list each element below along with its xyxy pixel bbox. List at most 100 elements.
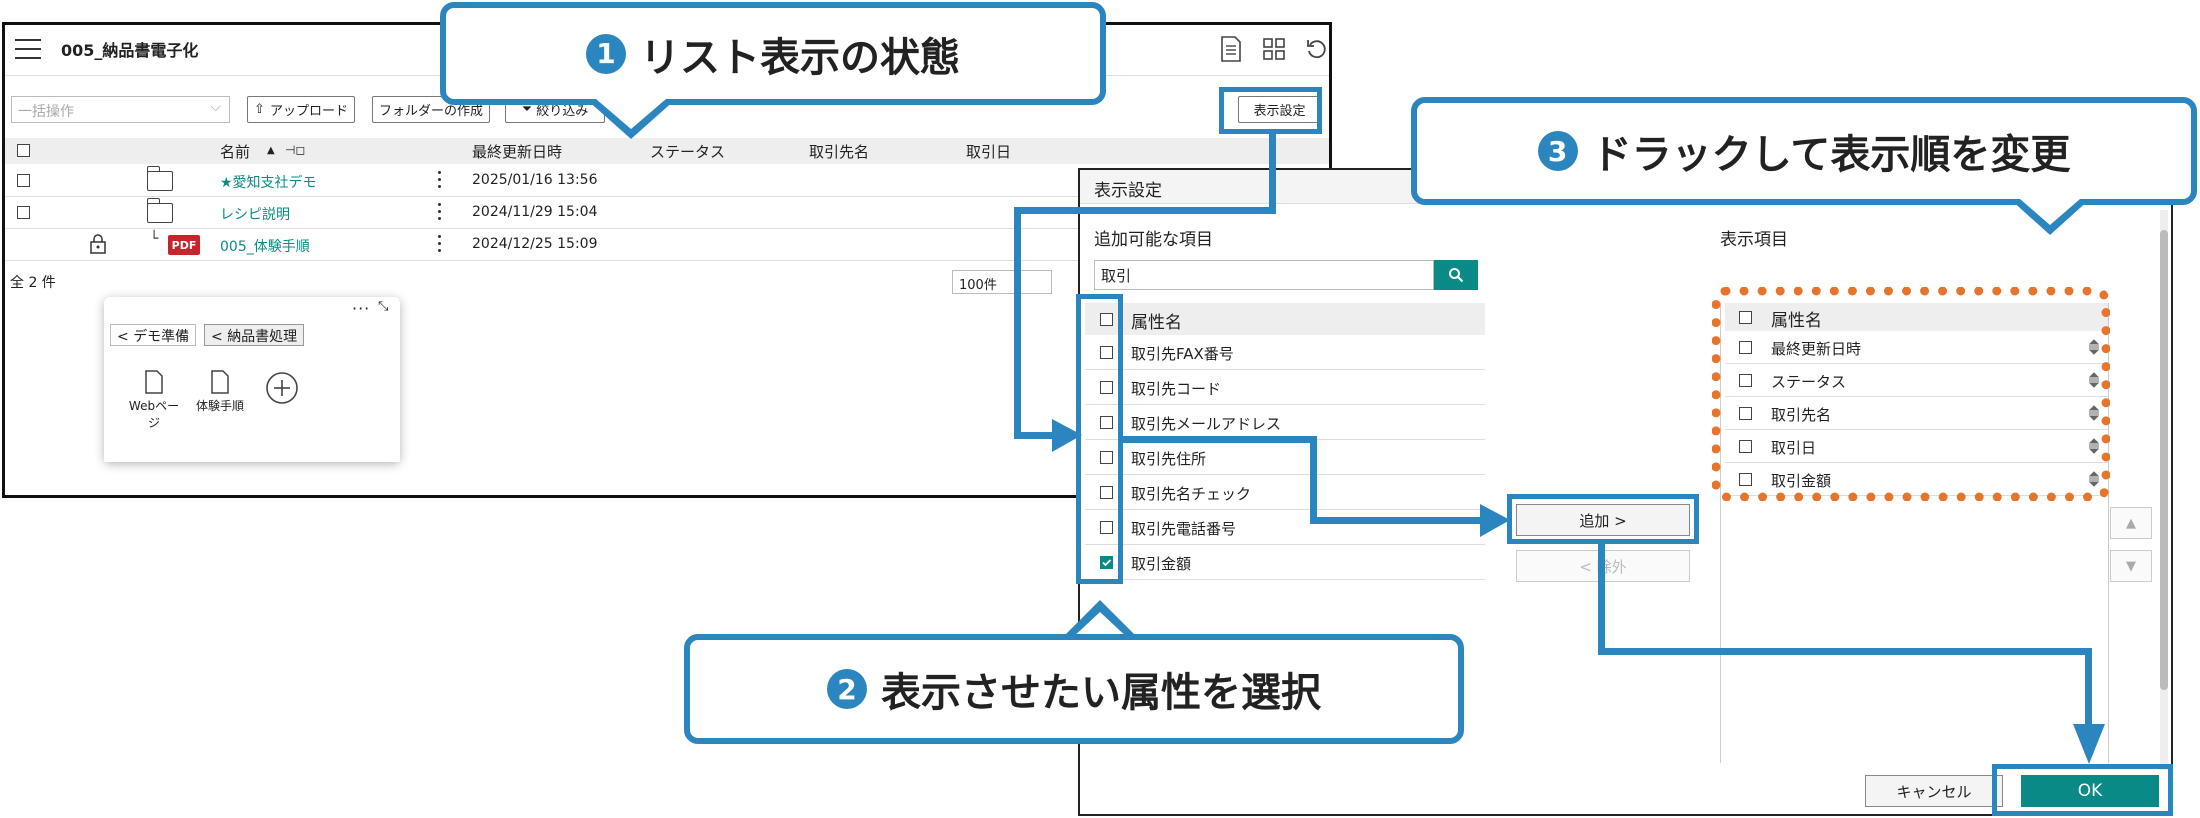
dialog-title: 表示設定 (1094, 181, 1162, 201)
available-title: 追加可能な項目 (1094, 230, 1213, 250)
search-button[interactable] (1434, 260, 1478, 290)
pin-icon[interactable]: ⊣◻ (285, 143, 305, 157)
column-name[interactable]: 名前 (220, 141, 250, 162)
lock-icon (89, 233, 107, 259)
available-item[interactable]: 取引金額 (1085, 545, 1485, 580)
arrow-down-icon: ▼ (2126, 558, 2136, 574)
highlight-display-items (1712, 287, 2110, 501)
folder-icon (146, 198, 173, 223)
row-date: 2024/12/25 15:09 (472, 236, 598, 252)
shortcut-label: 体験手順 (195, 399, 244, 413)
child-indent-icon: └ (150, 231, 159, 247)
available-item[interactable]: 取引先コード (1085, 370, 1485, 405)
column-status[interactable]: ステータス (650, 141, 725, 162)
sort-asc-icon[interactable]: ▲ (267, 145, 275, 156)
kebab-menu-icon[interactable] (438, 203, 442, 223)
cancel-button[interactable]: キャンセル (1865, 775, 2003, 807)
highlight-ok-button (1992, 764, 2173, 816)
row-checkbox[interactable] (17, 174, 30, 187)
connector (2085, 648, 2092, 728)
callout-number: 3 (1537, 131, 1578, 171)
callout-3: 3 ドラックして表示順を変更 (1411, 97, 2197, 205)
file-icon (211, 370, 229, 394)
grid-icon[interactable] (1258, 33, 1290, 65)
callout-number: 1 (586, 33, 626, 74)
search-input[interactable]: 取引 (1094, 260, 1434, 290)
available-item[interactable]: 取引先メールアドレス (1085, 405, 1485, 440)
share-icon: < (211, 329, 223, 345)
item-label: 取引先住所 (1131, 450, 1207, 468)
connector (1598, 544, 1605, 654)
panel-body: Webページ 体験手順 (104, 350, 400, 462)
row-date: 2024/11/29 15:04 (472, 204, 598, 220)
dialog-scrollbar[interactable] (2160, 210, 2168, 770)
connector (1014, 207, 1276, 214)
shortcut-trial-steps[interactable]: 体験手順 (190, 370, 250, 414)
more-icon[interactable]: ··· (352, 299, 370, 318)
pdf-icon: PDF (168, 235, 200, 255)
callout-1-pointer (586, 99, 676, 139)
chevron-down-icon: ⌵ (210, 99, 221, 115)
refresh-icon[interactable] (1301, 33, 1333, 65)
share-icon: < (117, 329, 129, 345)
display-title: 表示項目 (1720, 230, 1788, 250)
tab-invoice-process[interactable]: < 納品書処理 (204, 324, 305, 346)
shortcut-webpage[interactable]: Webページ (124, 370, 184, 431)
add-shortcut-icon[interactable] (264, 370, 300, 410)
folder-icon (146, 166, 173, 191)
page-size-select[interactable]: 100件 (952, 270, 1052, 294)
callout-1: 1 リスト表示の状態 (440, 2, 1106, 105)
hamburger-menu-icon[interactable] (15, 39, 41, 59)
kebab-menu-icon[interactable] (438, 235, 442, 255)
connector (1310, 517, 1490, 524)
column-trade-date[interactable]: 取引日 (966, 141, 1011, 162)
callout-text: リスト表示の状態 (640, 34, 960, 81)
select-all-checkbox[interactable] (17, 144, 30, 157)
upload-button[interactable]: ⇧ アップロード (247, 96, 355, 123)
item-label: 取引先コード (1131, 380, 1222, 398)
item-label: 取引先メールアドレス (1131, 415, 1282, 433)
item-label: 取引先FAX番号 (1131, 345, 1234, 363)
collapse-icon[interactable]: ⤡ (378, 299, 388, 314)
tab-label: デモ準備 (133, 329, 190, 345)
row-name[interactable]: ★愛知支社デモ (220, 172, 317, 192)
column-client[interactable]: 取引先名 (809, 141, 869, 162)
arrow-head (2073, 724, 2105, 764)
search-icon (1449, 268, 1464, 283)
callout-number: 2 (827, 669, 867, 709)
highlight-display-settings (1219, 87, 1322, 134)
app-title: 005_納品書電子化 (61, 41, 199, 60)
connector (1014, 207, 1021, 439)
tab-demo-prep[interactable]: < デモ準備 (110, 324, 197, 346)
table-header: 名前 ▲ ⊣◻ 最終更新日時 ステータス 取引先名 取引日 (5, 138, 1329, 164)
row-name[interactable]: レシピ説明 (220, 204, 290, 224)
kebab-menu-icon[interactable] (438, 171, 442, 191)
available-header: 属性名 (1085, 303, 1485, 335)
available-item[interactable]: 取引先名チェック (1085, 475, 1485, 510)
document-list-icon[interactable] (1215, 33, 1247, 65)
move-up-button[interactable]: ▲ (2110, 507, 2152, 539)
row-checkbox[interactable] (17, 206, 30, 219)
total-count: 全 2 件 (10, 275, 56, 291)
callout-text: ドラックして表示順を変更 (1591, 132, 2071, 178)
item-label: 取引先名チェック (1131, 485, 1252, 503)
highlight-checkbox-column (1076, 294, 1123, 584)
available-item[interactable]: 取引先電話番号 (1085, 510, 1485, 545)
callout-text: 表示させたい属性を選択 (881, 670, 1321, 716)
cancel-label: キャンセル (1896, 782, 1972, 801)
available-item[interactable]: 取引先住所 (1085, 440, 1485, 475)
connector (1310, 436, 1317, 524)
callout-3-pointer (2010, 199, 2090, 235)
bulk-action-select[interactable]: 一括操作 ⌵ (11, 96, 230, 123)
column-updated[interactable]: 最終更新日時 (472, 141, 562, 162)
row-name[interactable]: 005_体験手順 (220, 236, 310, 256)
connector (1598, 648, 2092, 655)
tab-label: 納品書処理 (227, 329, 298, 345)
arrow-head (1480, 504, 1510, 537)
shortcut-label: Webページ (128, 399, 180, 430)
available-item[interactable]: 取引先FAX番号 (1085, 335, 1485, 370)
move-down-button[interactable]: ▼ (2110, 550, 2152, 582)
file-icon (145, 370, 163, 394)
attr-header-label: 属性名 (1131, 313, 1182, 333)
scrollbar-thumb[interactable] (2160, 230, 2168, 690)
